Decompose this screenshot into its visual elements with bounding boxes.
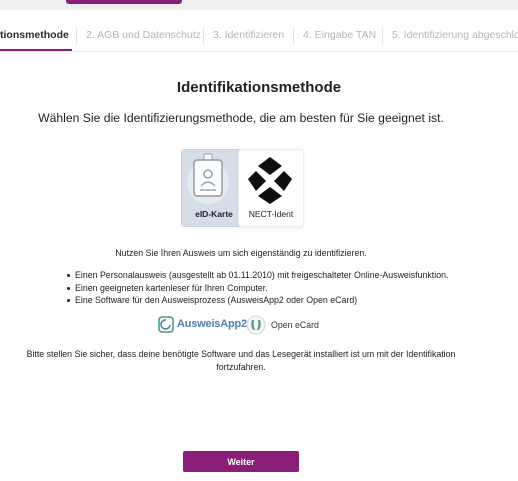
next-button[interactable]: Weiter: [183, 451, 299, 472]
step-navigation: tionsmethode 2. AGB und Datenschutz 3. I…: [0, 20, 518, 52]
page-title: Identifikationsmethode: [176, 79, 342, 96]
setup-note: Bitte stellen Sie sicher, dass deine ben…: [26, 349, 456, 372]
step-4[interactable]: 4. Eingabe TAN: [303, 20, 376, 51]
intro-text: Nutzen Sie Ihren Ausweis um sich eigenst…: [115, 248, 367, 258]
step-divider: [76, 28, 77, 44]
ausweisapp-link[interactable]: AusweisApp2: [158, 315, 247, 335]
step-2[interactable]: 2. AGB und Datenschutz: [86, 20, 201, 51]
method-nect-ident[interactable]: NECT-Ident: [238, 149, 304, 227]
step-divider: [203, 28, 204, 44]
open-ecard-link[interactable]: Open eCard: [246, 315, 338, 335]
step-3[interactable]: 3. Identifizieren: [213, 20, 284, 51]
ausweisapp-label: AusweisApp2: [177, 318, 247, 330]
method-label: NECT-Ident: [248, 209, 294, 219]
open-ecard-logo-icon: [246, 315, 266, 335]
step-divider: [293, 28, 294, 44]
list-item: Eine Software für den Ausweisprozess (Au…: [67, 294, 448, 307]
list-item: Einen geeigneten kartenleser für Ihren C…: [67, 282, 448, 295]
step-1[interactable]: tionsmethode: [0, 20, 69, 51]
nect-logo-icon: [248, 157, 292, 204]
step-divider: [382, 28, 383, 44]
brand-strip: [66, 0, 182, 4]
requirements-list: Einen Personalausweis (ausgestellt ab 01…: [67, 269, 448, 307]
open-ecard-label: Open eCard: [271, 320, 319, 330]
step-5[interactable]: 5. Identifizierung abgeschloss: [392, 20, 518, 51]
top-bar: [0, 0, 518, 10]
ausweisapp-logo-icon: [158, 316, 174, 333]
method-label: eID-Karte: [195, 209, 233, 219]
active-step-indicator: [0, 49, 72, 51]
list-item: Einen Personalausweis (ausgestellt ab 01…: [67, 269, 448, 282]
page-subtitle: Wählen Sie die Identifizierungsmethode, …: [38, 111, 444, 125]
